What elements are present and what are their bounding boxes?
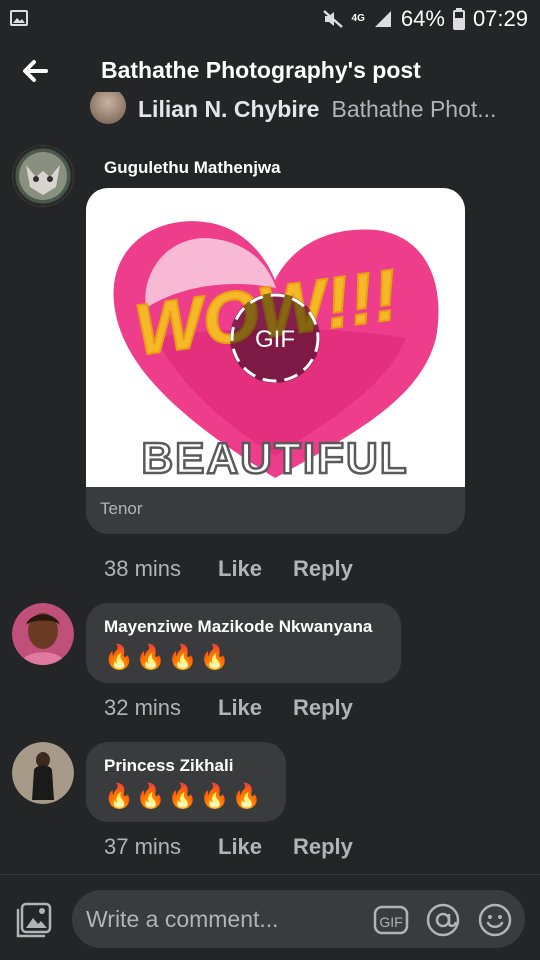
gif-source-label: Tenor	[100, 499, 143, 518]
page-title: Bathathe Photography's post	[101, 57, 421, 83]
avatar[interactable]	[12, 603, 74, 665]
comment-time[interactable]: 32 mins	[104, 695, 218, 721]
reply-button[interactable]: Reply	[293, 695, 353, 721]
photo-icon[interactable]	[16, 902, 52, 938]
reply-button[interactable]: Reply	[293, 556, 353, 582]
signal-icon	[374, 11, 391, 27]
comment-author[interactable]: Mayenziwe Mazikode Nkwanyana	[104, 617, 383, 637]
comment-actions: 38 mins Like Reply	[104, 556, 353, 582]
fire-emojis: 🔥🔥🔥🔥🔥	[104, 783, 264, 810]
network-type: 4G	[351, 13, 365, 24]
fire-emojis: 🔥🔥🔥🔥	[104, 644, 232, 671]
heart-wow-gif: WOW!!! BEAUTIFUL GIF	[113, 221, 439, 484]
avatar-image	[12, 145, 74, 207]
comment-bubble[interactable]: Princess Zikhali 🔥🔥🔥🔥🔥	[86, 742, 286, 822]
comment-author[interactable]: Lilian N. Chybire	[138, 96, 319, 123]
comment-actions: 37 mins Like Reply	[104, 834, 353, 860]
comment-text: Bathathe Phot...	[331, 95, 497, 122]
back-arrow-icon[interactable]	[18, 54, 52, 88]
comment-author[interactable]: Gugulethu Mathenjwa	[104, 158, 281, 178]
like-button[interactable]: Like	[218, 834, 293, 860]
status-bar: 4G 64% 07:29	[0, 0, 540, 38]
mention-icon[interactable]	[425, 903, 461, 937]
comments-list[interactable]: Lilian N. Chybire Bathathe Phot... Gugul…	[0, 92, 540, 874]
comment-time[interactable]: 37 mins	[104, 834, 218, 860]
mute-icon	[322, 10, 343, 28]
clock: 07:29	[472, 6, 528, 31]
like-button[interactable]: Like	[218, 556, 293, 582]
comment-actions: 32 mins Like Reply	[104, 695, 353, 721]
avatar-image	[12, 742, 74, 804]
gif-icon[interactable]: GIF	[373, 903, 409, 937]
battery-percent: 64%	[400, 6, 445, 31]
avatar[interactable]	[12, 742, 74, 804]
reply-button[interactable]: Reply	[293, 834, 353, 860]
battery-icon	[452, 8, 465, 30]
comment-time[interactable]: 38 mins	[104, 556, 218, 582]
comment-field[interactable]: GIF	[72, 890, 525, 948]
comment-bubble[interactable]: Mayenziwe Mazikode Nkwanyana 🔥🔥🔥🔥	[86, 603, 401, 683]
gif-badge: GIF	[255, 326, 295, 353]
gallery-notification-icon	[10, 10, 28, 26]
comment-author[interactable]: Princess Zikhali	[104, 756, 268, 776]
avatar[interactable]	[90, 92, 126, 124]
like-button[interactable]: Like	[218, 695, 293, 721]
emoji-icon[interactable]	[477, 903, 513, 937]
gif-attachment[interactable]: WOW!!! BEAUTIFUL GIF Tenor	[86, 188, 465, 534]
comment-input[interactable]	[86, 890, 366, 948]
avatar-image	[12, 603, 74, 665]
svg-text:GIF: GIF	[379, 914, 402, 930]
gif-image[interactable]: WOW!!! BEAUTIFUL GIF	[86, 188, 465, 487]
gif-beautiful-text: BEAUTIFUL	[141, 434, 408, 483]
avatar[interactable]	[12, 145, 74, 207]
comment-composer: GIF	[0, 874, 540, 960]
previous-comment-preview[interactable]: Lilian N. Chybire Bathathe Phot...	[90, 92, 496, 126]
